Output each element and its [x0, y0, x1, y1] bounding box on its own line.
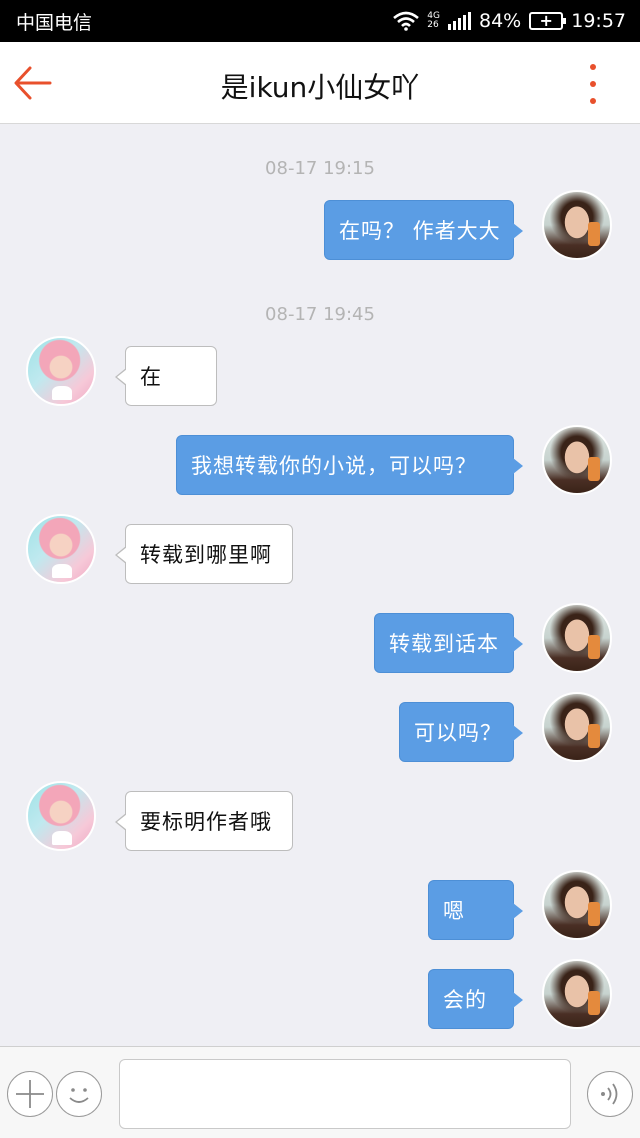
my-avatar[interactable]: [542, 425, 612, 495]
voice-input-button[interactable]: [587, 1071, 633, 1117]
message-text: 转载到话本: [389, 632, 499, 656]
message-text: 转载到哪里啊: [140, 543, 272, 567]
message-text: 可以吗？: [414, 721, 502, 745]
network-bottom-label: 26: [427, 20, 439, 30]
voice-icon: [601, 1083, 618, 1105]
emoji-icon: [69, 1088, 89, 1103]
more-vertical-icon: [590, 64, 596, 70]
message-bubble-outgoing[interactable]: 可以吗？: [399, 702, 523, 762]
message-bubble-incoming[interactable]: 转载到哪里啊: [115, 524, 293, 584]
clock: 19:57: [571, 10, 626, 32]
my-avatar[interactable]: [542, 959, 612, 1029]
message-timestamp: 08-17 19:45: [265, 304, 375, 325]
status-indicators: 4G 26 84% + 19:57: [393, 10, 626, 32]
message-list[interactable]: 08-17 19:15 在吗？ 作者大大 08-17 19:45 在 我想转载你…: [0, 124, 640, 1046]
message-text: 我想转载你的小说，可以吗？: [191, 454, 477, 478]
battery-charging-icon: +: [529, 12, 567, 30]
message-bubble-outgoing[interactable]: 在吗？ 作者大大: [324, 200, 523, 260]
chat-title: 是ikun小仙女吖: [220, 71, 420, 104]
more-menu-button[interactable]: [586, 64, 600, 104]
contact-avatar[interactable]: [26, 514, 96, 584]
status-bar: 中国电信 4G 26 84% + 19:57: [0, 0, 640, 42]
carrier-label: 中国电信: [16, 11, 93, 34]
plus-icon: [16, 1080, 44, 1108]
message-timestamp: 08-17 19:15: [265, 158, 375, 179]
battery-percent: 84%: [479, 10, 522, 32]
wifi-icon: [393, 11, 420, 31]
signal-icon: [448, 12, 471, 30]
message-text: 要标明作者哦: [140, 810, 272, 834]
message-bubble-outgoing[interactable]: 我想转载你的小说，可以吗？: [176, 435, 523, 495]
emoji-button[interactable]: [56, 1071, 102, 1117]
my-avatar[interactable]: [542, 603, 612, 673]
message-input-bar: [0, 1046, 640, 1138]
message-bubble-outgoing[interactable]: 嗯: [428, 880, 523, 940]
my-avatar[interactable]: [542, 870, 612, 940]
message-bubble-incoming[interactable]: 在: [115, 346, 217, 406]
my-avatar[interactable]: [542, 190, 612, 260]
message-bubble-outgoing[interactable]: 转载到话本: [374, 613, 523, 673]
message-text: 在吗？ 作者大大: [339, 219, 501, 243]
message-text: 在: [140, 365, 162, 389]
my-avatar[interactable]: [542, 692, 612, 762]
contact-avatar[interactable]: [26, 781, 96, 851]
add-attachment-button[interactable]: [7, 1071, 53, 1117]
chat-header: 是ikun小仙女吖: [0, 42, 640, 124]
message-bubble-outgoing[interactable]: 会的: [428, 969, 523, 1029]
network-type: 4G 26: [427, 12, 440, 30]
message-input[interactable]: [119, 1059, 571, 1129]
message-bubble-incoming[interactable]: 要标明作者哦: [115, 791, 293, 851]
contact-avatar[interactable]: [26, 336, 96, 406]
message-text: 会的: [443, 988, 487, 1012]
message-text: 嗯: [443, 899, 465, 923]
